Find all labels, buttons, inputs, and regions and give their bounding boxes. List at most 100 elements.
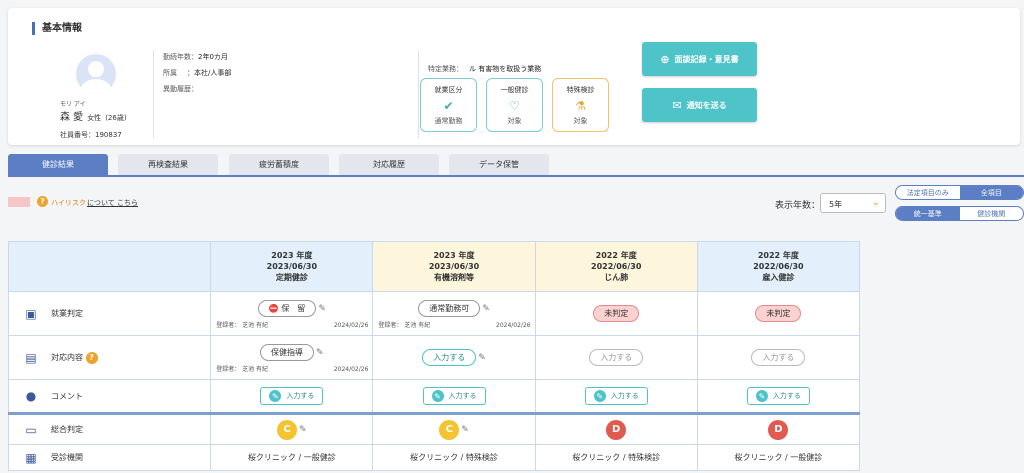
dept-label: 所属 [163, 69, 177, 77]
table-row: ▭ 総合判定 C ✎ C ✎ D D [7, 412, 861, 445]
response-cell: 入力する [696, 335, 861, 380]
filter-all-items[interactable]: 全項目 [959, 186, 1023, 199]
col-date: 2023/06/30 [266, 262, 318, 271]
tab-reexam-results[interactable]: 再検査結果 [118, 154, 218, 175]
name-text: 森 愛 [60, 112, 84, 123]
row-label-employment: ▣ 就業判定 [7, 291, 212, 336]
pencil-icon[interactable]: ✎ [482, 304, 490, 314]
pencil-icon[interactable]: ✎ [318, 304, 326, 314]
years-select[interactable]: 5年 ⌄ [820, 193, 886, 213]
filter-toggle: 法定項目のみ 全項目 [895, 185, 1024, 200]
high-risk-link[interactable]: について こちら [87, 198, 138, 208]
comment-input-label: 入力する [772, 392, 801, 400]
row-label-text: 対応内容 [51, 353, 83, 362]
status-value: 通常勤務 [434, 117, 463, 125]
col-type: 雇入健診 [762, 273, 795, 282]
question-icon[interactable]: ? [85, 351, 98, 364]
institution-cell: 桜クリニック / 一般健診 [696, 444, 861, 471]
comment-cell: ✎ 入力する [372, 379, 536, 414]
pencil-icon[interactable]: ✎ [316, 348, 324, 358]
view-unified[interactable]: 統一基準 [896, 207, 960, 220]
stethoscope-icon: ♡ [509, 99, 520, 113]
tenure-value: 2年0カ月 [198, 53, 228, 61]
clipboard-icon: ▤ [25, 350, 37, 365]
row-label-text: 総合判定 [51, 425, 83, 434]
header-blank [7, 241, 212, 292]
status-value: 対象 [507, 117, 522, 125]
col-date: 2022/06/30 [753, 262, 804, 271]
table-row: ▣ 就業判定 ⛔ 保 留 ✎ 登録者： 芝池 有紀 2024/02/26 通常勤務可 ✎ 登… [7, 291, 861, 336]
divider [418, 50, 419, 138]
high-risk-label: ハイリスク [51, 199, 86, 207]
registrant: 登録者： 芝池 有紀 [378, 322, 431, 329]
tab-response-history[interactable]: 対応履歴 [339, 154, 439, 175]
status-box-general-checkup: 一般健診 ♡ 対象 [486, 78, 543, 132]
pencil-icon[interactable]: ✎ [478, 353, 486, 363]
response-input-button[interactable]: 入力する [751, 349, 806, 366]
special-work-label: 特定業務： [428, 65, 463, 73]
comment-input-label: 入力する [448, 392, 477, 400]
column-header: 2022 年度 2022/06/30 じん肺 [534, 241, 698, 292]
send-notification-button[interactable]: ✉ 通知を送る [642, 88, 757, 122]
interview-record-button[interactable]: ⊕ 面談記録・意見書 [642, 42, 757, 76]
institution-cell: 桜クリニック / 特殊検診 [372, 444, 536, 471]
pencil-icon[interactable]: ✎ [299, 425, 307, 435]
tab-fatigue[interactable]: 疲労蓄積度 [229, 154, 329, 175]
view-institution[interactable]: 健診機関 [960, 207, 1024, 220]
filter-legal-only[interactable]: 法定項目のみ [896, 186, 960, 199]
table-row: ▦ 受診機関 桜クリニック / 一般健診 桜クリニック / 特殊検診 桜クリニック… [7, 444, 861, 471]
col-year: 2022 年度 [595, 251, 637, 260]
grade-badge: C [277, 419, 298, 440]
employment-status[interactable]: 未判定 [593, 305, 640, 322]
row-label-text: 受診機関 [51, 453, 83, 462]
name-kana: モリ アイ [60, 101, 86, 108]
check-icon: ✔ [443, 99, 454, 113]
col-type: じん肺 [604, 273, 629, 282]
employment-value: 保 留 [281, 304, 306, 313]
employment-status[interactable]: 未判定 [755, 305, 802, 322]
table-row: ▤ 対応内容 ? 保健指導 ✎ 登録者： 芝池 有紀 2024/02/26 入力する ✎ … [7, 335, 861, 380]
grade-badge: D [606, 419, 627, 440]
institution-cell: 桜クリニック / 特殊検診 [534, 444, 698, 471]
employee-name: 森 愛女性 (26歳) [60, 108, 127, 123]
col-year: 2022 年度 [757, 251, 799, 260]
employment-status[interactable]: ⛔ 保 留 [257, 300, 317, 317]
response-status[interactable]: 保健指導 [260, 344, 315, 361]
employment-cell: 通常勤務可 ✎ 登録者： 芝池 有紀 2024/02/26 [372, 291, 536, 336]
comment-input-button[interactable]: ✎ 入力する [422, 387, 486, 405]
institution-cell: 桜クリニック / 一般健診 [210, 444, 374, 471]
status-box-special-checkup: 特殊検診 ⚗ 対象 [552, 78, 609, 132]
interview-record-label: 面談記録・意見書 [674, 54, 739, 64]
row-label-comment: ● コメント [7, 379, 212, 414]
comment-input-label: 入力する [610, 392, 639, 400]
results-table: 2023 年度 2023/06/30 定期健診 2023 年度 2023/06/30 有… [7, 241, 861, 471]
question-icon[interactable]: ? [37, 196, 48, 207]
years-label: 表示年数： [775, 201, 821, 211]
building-icon: ▦ [25, 450, 37, 465]
col-type: 有機溶剤等 [434, 273, 475, 282]
tab-data-storage[interactable]: データ保管 [449, 154, 549, 175]
response-cell: 保健指導 ✎ 登録者： 芝池 有紀 2024/02/26 [210, 335, 374, 380]
response-cell: 入力する ✎ [372, 335, 536, 380]
flask-icon: ⚗ [575, 99, 586, 113]
pencil-icon[interactable]: ✎ [461, 425, 469, 435]
response-input-button[interactable]: 入力する [422, 349, 477, 366]
comment-input-button[interactable]: ✎ 入力する [260, 387, 324, 405]
response-input-button[interactable]: 入力する [589, 349, 644, 366]
grade-cell: D [696, 412, 861, 445]
employment-status[interactable]: 通常勤務可 [418, 300, 481, 317]
comment-input-button[interactable]: ✎ 入力する [584, 387, 648, 405]
view-toggle: 統一基準 健診機関 [895, 206, 1024, 221]
briefcase-icon: ▣ [25, 306, 37, 321]
status-title: 一般健診 [500, 86, 529, 94]
special-work: 特定業務： ル 有害物を取扱う業務 [428, 64, 541, 74]
comment-cell: ✎ 入力する [210, 379, 374, 414]
comment-input-button[interactable]: ✎ 入力する [746, 387, 810, 405]
send-notification-label: 通知を送る [686, 100, 727, 110]
tab-checkup-results[interactable]: 健診結果 [8, 154, 108, 175]
department: 所属 ：本社/人事部 [163, 68, 231, 78]
grade-cell: D [534, 412, 698, 445]
row-label-overall: ▭ 総合判定 [7, 412, 212, 445]
age: (26歳) [105, 114, 127, 122]
basic-info-card: 基本情報 モリ アイ 森 愛女性 (26歳) 社員番号：190837 勤続年数：2… [8, 8, 1020, 145]
